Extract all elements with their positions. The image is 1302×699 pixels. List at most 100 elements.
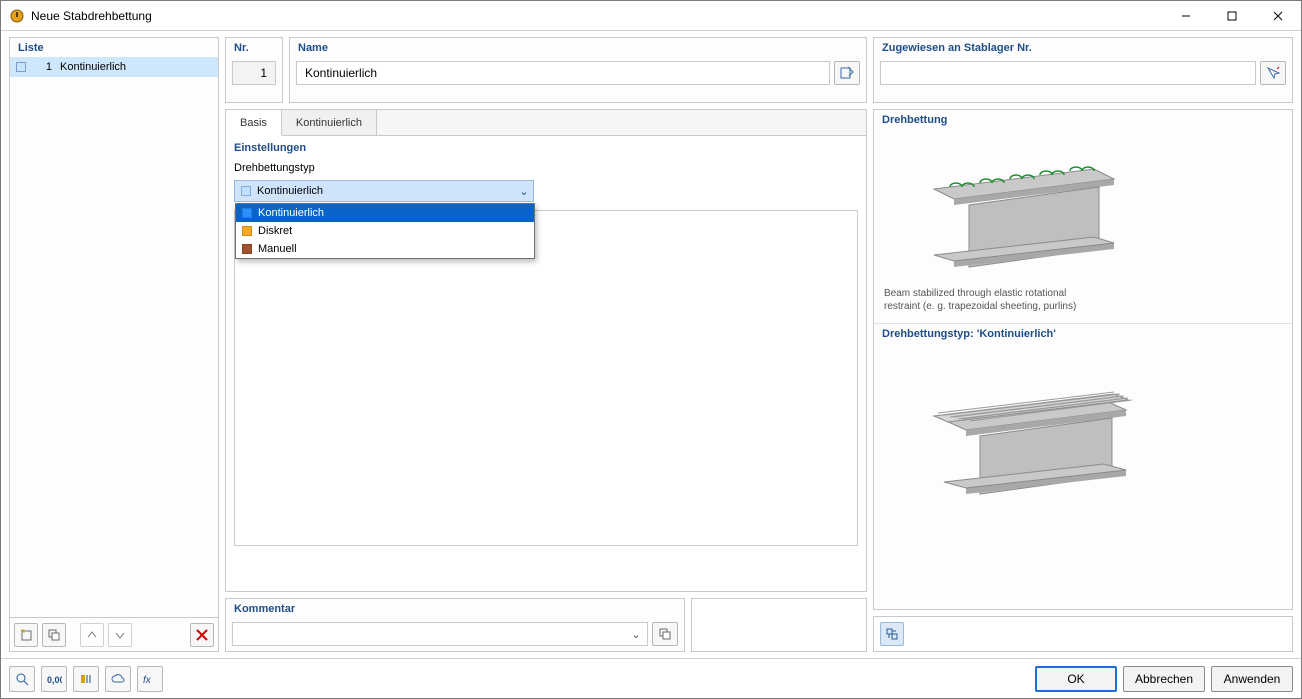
tab-body: Einstellungen Drehbettungstyp Kontinuier… [226,136,866,591]
option-label: Diskret [258,225,292,237]
list-item[interactable]: 1 Kontinuierlich [10,57,218,77]
tab-container: Basis Kontinuierlich Einstellungen Drehb… [225,109,867,592]
ok-label: OK [1067,672,1084,686]
illustration-type [884,360,1282,518]
svg-text:0,00: 0,00 [47,675,62,685]
list-panel: Liste 1 Kontinuierlich [9,37,219,652]
number-value: 1 [232,61,276,85]
settings-header: Einstellungen [234,142,858,154]
list-body: 1 Kontinuierlich [10,57,218,617]
type-label: Drehbettungstyp [234,162,858,174]
copy-icon [47,628,61,642]
option-swatch-icon [242,208,252,218]
option-label: Manuell [258,243,297,255]
titlebar: Neue Stabdrehbettung [1,1,1301,31]
combo-swatch-icon [241,186,251,196]
decimals-button[interactable]: 0,00 [41,666,67,692]
copy-item-button[interactable] [42,623,66,647]
ok-button[interactable]: OK [1035,666,1117,692]
units-icon [79,672,93,686]
apply-label: Anwenden [1224,672,1281,686]
delete-item-button[interactable] [190,623,214,647]
cancel-label: Abbrechen [1135,672,1193,686]
script-button[interactable]: fx [137,666,163,692]
cloud-button[interactable] [105,666,131,692]
color-swatch-icon [16,62,26,72]
settings-column: Basis Kontinuierlich Einstellungen Drehb… [225,109,867,652]
list-header: Liste [10,38,218,57]
new-item-button[interactable] [14,623,38,647]
bottom-bar: 0,00 fx OK Abbrechen Anwenden [1,658,1301,698]
middle-row: Basis Kontinuierlich Einstellungen Drehb… [225,109,1293,652]
dialog-window: Neue Stabdrehbettung Liste 1 Kontinuierl… [0,0,1302,699]
sort-desc-icon [113,628,127,642]
list-toolbar [10,617,218,651]
type-combobox[interactable]: Kontinuierlich ⌄ Kontinuierlich [234,180,534,202]
number-header: Nr. [226,38,282,57]
edit-name-button[interactable] [834,61,860,85]
name-header: Name [290,38,866,57]
preview-toolbar [873,616,1293,652]
maximize-icon [1227,11,1237,21]
close-button[interactable] [1255,1,1301,31]
library-icon [658,627,672,641]
cancel-button[interactable]: Abbrechen [1123,666,1205,692]
comment-header: Kommentar [226,599,684,618]
pick-in-model-button[interactable] [1260,61,1286,85]
type-dropdown: Kontinuierlich Diskret Manuell [235,203,535,259]
comment-combobox[interactable]: ⌄ [232,622,648,646]
apply-button[interactable]: Anwenden [1211,666,1293,692]
tab-kontinuierlich[interactable]: Kontinuierlich [282,110,377,135]
window-title: Neue Stabdrehbettung [31,9,1163,23]
comment-panel: Kommentar ⌄ [225,598,685,652]
preview-header: Drehbettung [874,110,1292,129]
option-label: Kontinuierlich [258,207,324,219]
swap-view-button[interactable] [880,622,904,646]
app-icon [9,8,25,24]
name-panel: Name [289,37,867,103]
illustration-caption: Beam stabilized through elastic rotation… [884,287,1084,313]
close-icon [1273,11,1283,21]
tab-kontinuierlich-label: Kontinuierlich [296,117,362,129]
dropdown-option-manuell[interactable]: Manuell [236,240,534,258]
comment-library-button[interactable] [652,622,678,646]
minimize-icon [1181,11,1191,21]
search-icon [15,672,29,686]
chevron-down-icon: ⌄ [515,185,533,198]
decimals-icon: 0,00 [46,672,62,686]
svg-text:fx: fx [143,675,152,686]
preview-panel: Drehbettung [873,109,1293,610]
delete-icon [195,628,209,642]
option-swatch-icon [242,226,252,236]
blank-panel [691,598,867,652]
main-column: Nr. 1 Name Zugewiesen an Stablager Nr. [225,37,1293,652]
edit-name-icon [840,66,854,80]
beam-springs-icon [914,139,1134,279]
sort-desc-button[interactable] [108,623,132,647]
chevron-down-icon: ⌄ [625,628,647,641]
maximize-button[interactable] [1209,1,1255,31]
dropdown-option-kontinuierlich[interactable]: Kontinuierlich [236,204,534,222]
comment-row: Kommentar ⌄ [225,598,867,652]
illustration-main: Beam stabilized through elastic rotation… [884,139,1282,313]
sort-asc-icon [85,628,99,642]
combo-selected-label: Kontinuierlich [257,185,515,197]
sort-asc-button[interactable] [80,623,104,647]
assigned-panel: Zugewiesen an Stablager Nr. [873,37,1293,103]
cloud-icon [111,672,125,686]
assigned-input[interactable] [880,61,1256,85]
tab-strip: Basis Kontinuierlich [226,110,866,136]
list-item-label: Kontinuierlich [60,61,126,73]
units-button[interactable] [73,666,99,692]
tab-basis[interactable]: Basis [226,110,282,136]
assigned-header: Zugewiesen an Stablager Nr. [874,38,1292,57]
header-row: Nr. 1 Name Zugewiesen an Stablager Nr. [225,37,1293,103]
fx-icon: fx [142,672,158,686]
settings-details-placeholder [234,210,858,546]
help-button[interactable] [9,666,35,692]
name-input[interactable] [296,61,830,85]
dropdown-option-diskret[interactable]: Diskret [236,222,534,240]
number-panel: Nr. 1 [225,37,283,103]
minimize-button[interactable] [1163,1,1209,31]
comment-input[interactable] [233,623,625,645]
